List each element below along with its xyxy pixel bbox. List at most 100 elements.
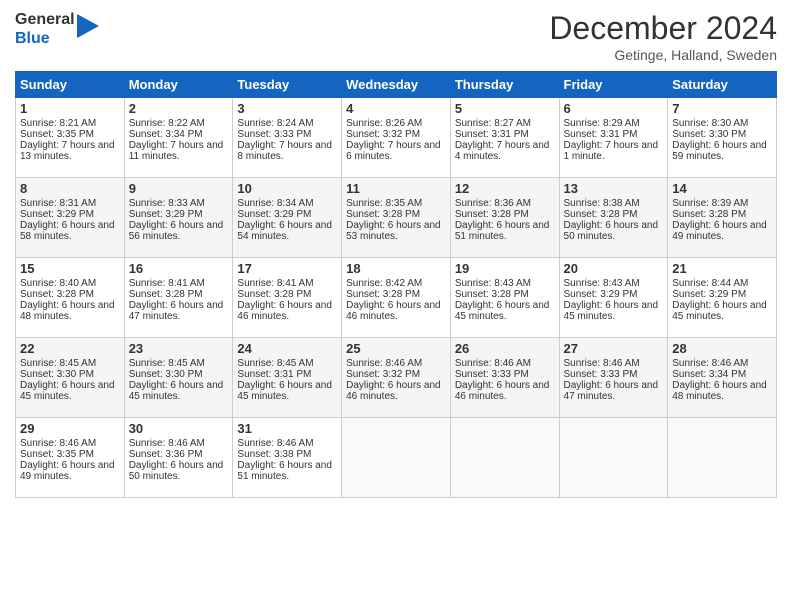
week-row-3: 15 Sunrise: 8:40 AM Sunset: 3:28 PM Dayl… [16,258,777,338]
day-number: 11 [346,181,446,196]
col-thursday: Thursday [450,72,559,98]
day-cell: 13 Sunrise: 8:38 AM Sunset: 3:28 PM Dayl… [559,178,668,258]
day-number: 3 [237,101,337,116]
day-number: 5 [455,101,555,116]
day-number: 14 [672,181,772,196]
day-cell: 3 Sunrise: 8:24 AM Sunset: 3:33 PM Dayli… [233,98,342,178]
day-number: 22 [20,341,120,356]
sunrise-label: Sunrise: 8:26 AM [346,118,422,129]
sunset-label: Sunset: 3:28 PM [455,209,529,220]
day-number: 26 [455,341,555,356]
day-number: 2 [129,101,229,116]
sunrise-label: Sunrise: 8:46 AM [237,438,313,449]
day-number: 12 [455,181,555,196]
daylight-label: Daylight: 7 hours and 11 minutes. [129,140,224,162]
sunrise-label: Sunrise: 8:46 AM [564,358,640,369]
sunset-label: Sunset: 3:33 PM [455,369,529,380]
sunrise-label: Sunrise: 8:38 AM [564,198,640,209]
daylight-label: Daylight: 6 hours and 50 minutes. [129,460,224,482]
sunset-label: Sunset: 3:36 PM [129,449,203,460]
sunset-label: Sunset: 3:28 PM [346,289,420,300]
day-cell: 29 Sunrise: 8:46 AM Sunset: 3:35 PM Dayl… [16,418,125,498]
daylight-label: Daylight: 6 hours and 49 minutes. [20,460,115,482]
day-cell: 25 Sunrise: 8:46 AM Sunset: 3:32 PM Dayl… [342,338,451,418]
day-number: 6 [564,101,664,116]
day-cell: 17 Sunrise: 8:41 AM Sunset: 3:28 PM Dayl… [233,258,342,338]
page-container: General Blue December 2024 Getinge, Hall… [0,0,792,508]
sunrise-label: Sunrise: 8:44 AM [672,278,748,289]
day-number: 16 [129,261,229,276]
sunset-label: Sunset: 3:29 PM [237,209,311,220]
sunrise-label: Sunrise: 8:27 AM [455,118,531,129]
week-row-5: 29 Sunrise: 8:46 AM Sunset: 3:35 PM Dayl… [16,418,777,498]
day-number: 18 [346,261,446,276]
day-number: 10 [237,181,337,196]
daylight-label: Daylight: 6 hours and 53 minutes. [346,220,441,242]
sunrise-label: Sunrise: 8:24 AM [237,118,313,129]
daylight-label: Daylight: 6 hours and 45 minutes. [672,300,767,322]
daylight-label: Daylight: 6 hours and 47 minutes. [129,300,224,322]
day-cell: 9 Sunrise: 8:33 AM Sunset: 3:29 PM Dayli… [124,178,233,258]
day-cell: 24 Sunrise: 8:45 AM Sunset: 3:31 PM Dayl… [233,338,342,418]
day-cell: 12 Sunrise: 8:36 AM Sunset: 3:28 PM Dayl… [450,178,559,258]
sunrise-label: Sunrise: 8:43 AM [455,278,531,289]
daylight-label: Daylight: 6 hours and 45 minutes. [20,380,115,402]
sunrise-label: Sunrise: 8:22 AM [129,118,205,129]
col-sunday: Sunday [16,72,125,98]
day-number: 19 [455,261,555,276]
sunset-label: Sunset: 3:30 PM [672,129,746,140]
col-wednesday: Wednesday [342,72,451,98]
day-cell [559,418,668,498]
logo-line1: General [15,10,75,29]
sunrise-label: Sunrise: 8:46 AM [346,358,422,369]
sunrise-label: Sunrise: 8:46 AM [672,358,748,369]
day-cell: 6 Sunrise: 8:29 AM Sunset: 3:31 PM Dayli… [559,98,668,178]
daylight-label: Daylight: 7 hours and 1 minute. [564,140,659,162]
day-cell: 28 Sunrise: 8:46 AM Sunset: 3:34 PM Dayl… [668,338,777,418]
sunrise-label: Sunrise: 8:45 AM [237,358,313,369]
day-number: 23 [129,341,229,356]
week-row-2: 8 Sunrise: 8:31 AM Sunset: 3:29 PM Dayli… [16,178,777,258]
daylight-label: Daylight: 7 hours and 13 minutes. [20,140,115,162]
daylight-label: Daylight: 6 hours and 45 minutes. [455,300,550,322]
day-cell: 23 Sunrise: 8:45 AM Sunset: 3:30 PM Dayl… [124,338,233,418]
daylight-label: Daylight: 6 hours and 56 minutes. [129,220,224,242]
daylight-label: Daylight: 6 hours and 45 minutes. [129,380,224,402]
month-title: December 2024 [549,10,777,47]
sunrise-label: Sunrise: 8:46 AM [455,358,531,369]
sunrise-label: Sunrise: 8:39 AM [672,198,748,209]
daylight-label: Daylight: 6 hours and 48 minutes. [20,300,115,322]
daylight-label: Daylight: 6 hours and 46 minutes. [346,300,441,322]
sunrise-label: Sunrise: 8:29 AM [564,118,640,129]
sunrise-label: Sunrise: 8:41 AM [237,278,313,289]
day-number: 15 [20,261,120,276]
day-cell [668,418,777,498]
day-cell: 30 Sunrise: 8:46 AM Sunset: 3:36 PM Dayl… [124,418,233,498]
daylight-label: Daylight: 6 hours and 58 minutes. [20,220,115,242]
calendar-table: Sunday Monday Tuesday Wednesday Thursday… [15,71,777,498]
sunrise-label: Sunrise: 8:41 AM [129,278,205,289]
week-row-4: 22 Sunrise: 8:45 AM Sunset: 3:30 PM Dayl… [16,338,777,418]
sunrise-label: Sunrise: 8:46 AM [129,438,205,449]
day-cell: 19 Sunrise: 8:43 AM Sunset: 3:28 PM Dayl… [450,258,559,338]
day-number: 1 [20,101,120,116]
sunset-label: Sunset: 3:28 PM [455,289,529,300]
day-cell: 20 Sunrise: 8:43 AM Sunset: 3:29 PM Dayl… [559,258,668,338]
sunset-label: Sunset: 3:28 PM [20,289,94,300]
col-saturday: Saturday [668,72,777,98]
sunset-label: Sunset: 3:33 PM [564,369,638,380]
sunset-label: Sunset: 3:28 PM [237,289,311,300]
day-number: 21 [672,261,772,276]
logo-line2: Blue [15,29,75,48]
day-number: 9 [129,181,229,196]
daylight-label: Daylight: 6 hours and 51 minutes. [237,460,332,482]
sunrise-label: Sunrise: 8:35 AM [346,198,422,209]
day-cell: 27 Sunrise: 8:46 AM Sunset: 3:33 PM Dayl… [559,338,668,418]
col-tuesday: Tuesday [233,72,342,98]
sunrise-label: Sunrise: 8:40 AM [20,278,96,289]
day-cell: 1 Sunrise: 8:21 AM Sunset: 3:35 PM Dayli… [16,98,125,178]
sunset-label: Sunset: 3:30 PM [20,369,94,380]
day-cell: 31 Sunrise: 8:46 AM Sunset: 3:38 PM Dayl… [233,418,342,498]
sunrise-label: Sunrise: 8:42 AM [346,278,422,289]
sunset-label: Sunset: 3:35 PM [20,129,94,140]
